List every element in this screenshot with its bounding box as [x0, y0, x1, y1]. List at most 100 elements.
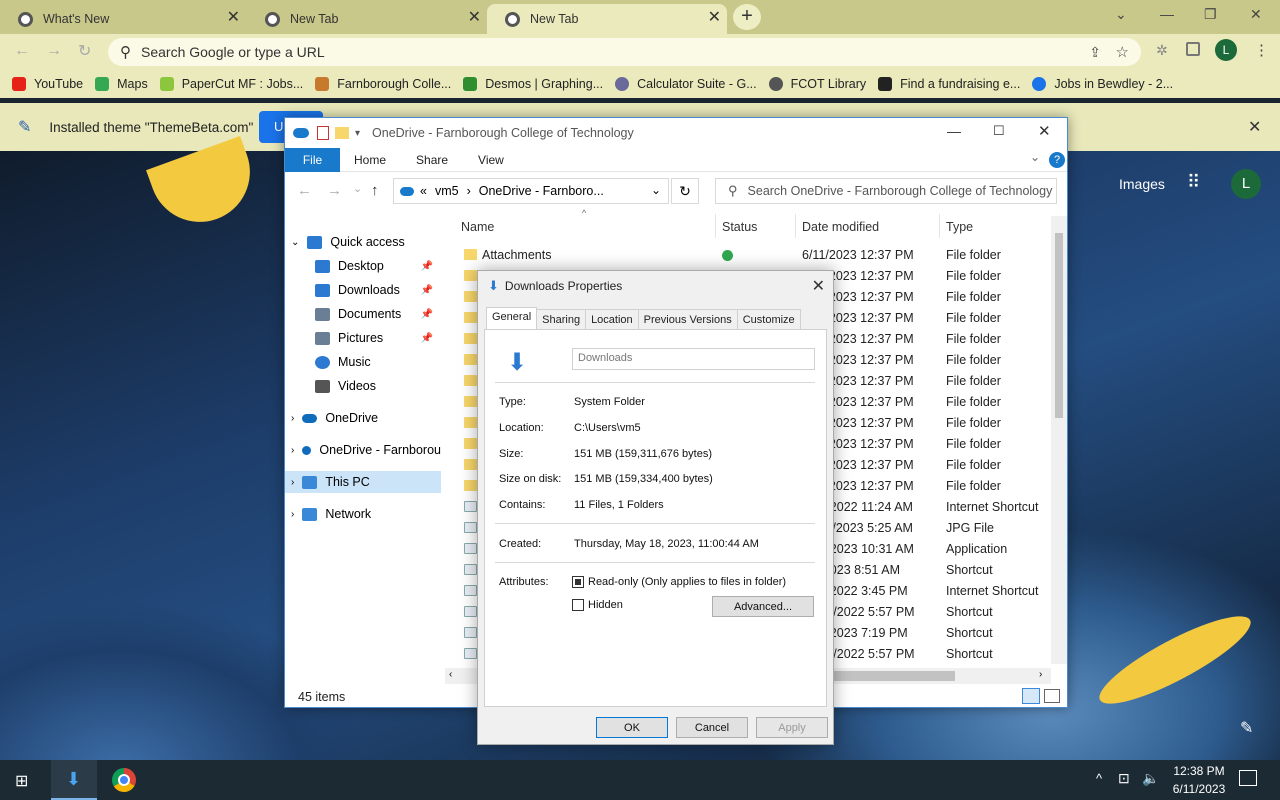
close-window-icon[interactable]: ✕: [1250, 6, 1262, 23]
ok-button[interactable]: OK: [596, 717, 668, 738]
close-tab-icon[interactable]: ✕: [708, 10, 721, 26]
ribbon-expand-icon[interactable]: ⌄: [1030, 150, 1040, 164]
clock-time[interactable]: 12:38 PM: [1170, 764, 1228, 778]
back-icon[interactable]: ←: [14, 42, 30, 60]
nav-this-pc[interactable]: › This PC: [285, 471, 441, 493]
nav-documents[interactable]: Documents 📌: [285, 303, 441, 325]
properties-icon[interactable]: [317, 126, 329, 140]
nav-pictures[interactable]: Pictures 📌: [285, 327, 441, 349]
cancel-button[interactable]: Cancel: [676, 717, 748, 738]
bookmark-fundraising[interactable]: Find a fundraising e...: [878, 77, 1020, 91]
breadcrumb-overflow[interactable]: «: [420, 184, 427, 198]
close-tab-icon[interactable]: ✕: [468, 10, 481, 26]
side-panel-icon[interactable]: [1186, 42, 1200, 56]
bookmark-youtube[interactable]: YouTube: [12, 77, 83, 91]
tab-sharing[interactable]: Sharing: [536, 309, 587, 329]
apps-grid-icon[interactable]: ⠿: [1187, 172, 1200, 193]
breadcrumb-vm5[interactable]: vm5: [435, 184, 459, 198]
folder-name-input[interactable]: Downloads: [572, 348, 815, 370]
nav-downloads[interactable]: Downloads 📌: [285, 279, 441, 301]
nav-onedrive-farnborough[interactable]: › OneDrive - Farnborou: [285, 439, 441, 461]
advanced-button[interactable]: Advanced...: [712, 596, 814, 617]
column-date-modified[interactable]: Date modified: [802, 220, 879, 234]
nav-network[interactable]: › Network: [285, 503, 441, 525]
nav-desktop[interactable]: Desktop 📌: [285, 255, 441, 277]
large-icons-view-icon[interactable]: [1044, 689, 1060, 703]
ribbon-tab-file[interactable]: File: [285, 147, 340, 172]
bookmark-desmos[interactable]: Desmos | Graphing...: [463, 77, 603, 91]
ribbon-tab-share[interactable]: Share: [416, 153, 448, 167]
ribbon-tab-view[interactable]: View: [478, 153, 504, 167]
recent-dropdown-icon[interactable]: ⌄: [353, 182, 362, 195]
tab-previous-versions[interactable]: Previous Versions: [637, 309, 738, 329]
bookmark-calculator[interactable]: Calculator Suite - G...: [615, 77, 757, 91]
readonly-checkbox[interactable]: [572, 576, 584, 588]
tab-whats-new[interactable]: What's New ✕: [0, 4, 246, 34]
close-infobar-icon[interactable]: ✕: [1248, 117, 1261, 137]
images-link[interactable]: Images: [1119, 176, 1165, 192]
menu-icon[interactable]: ⋮: [1254, 41, 1269, 59]
chevron-down-icon[interactable]: ⌄: [1115, 6, 1127, 23]
qat-dropdown-icon[interactable]: ▾: [355, 128, 360, 139]
nav-onedrive[interactable]: › OneDrive: [285, 407, 441, 429]
nav-music[interactable]: Music: [285, 351, 441, 373]
search-input[interactable]: ⚲ Search OneDrive - Farnborough College …: [715, 178, 1057, 204]
column-type[interactable]: Type: [946, 220, 973, 234]
tab-new-tab-active[interactable]: New Tab ✕: [487, 4, 727, 34]
new-tab-button[interactable]: +: [733, 4, 761, 30]
refresh-icon[interactable]: ↻: [671, 178, 699, 204]
back-icon[interactable]: ←: [297, 182, 312, 199]
new-folder-icon[interactable]: [335, 127, 349, 139]
extensions-icon[interactable]: ✲: [1156, 42, 1168, 59]
tab-customize[interactable]: Customize: [736, 309, 801, 329]
profile-avatar[interactable]: L: [1215, 39, 1237, 61]
up-icon[interactable]: ↑: [371, 182, 379, 199]
help-icon[interactable]: ?: [1049, 152, 1065, 168]
maximize-icon[interactable]: ☐: [993, 123, 1005, 139]
address-dropdown-icon[interactable]: ⌄: [651, 183, 661, 197]
restore-icon[interactable]: ❐: [1204, 6, 1217, 23]
nav-videos[interactable]: Videos: [285, 375, 441, 397]
newtab-avatar[interactable]: L: [1231, 169, 1261, 199]
hidden-checkbox[interactable]: [572, 599, 584, 611]
tab-location[interactable]: Location: [585, 309, 639, 329]
vertical-scroll-thumb[interactable]: [1055, 233, 1063, 418]
apply-button[interactable]: Apply: [756, 717, 828, 738]
show-hidden-icons-chevron[interactable]: ^: [1096, 771, 1102, 786]
bookmark-maps[interactable]: Maps: [95, 77, 148, 91]
forward-icon[interactable]: →: [327, 182, 342, 199]
chrome-icon[interactable]: [112, 768, 136, 792]
minimize-icon[interactable]: —: [1160, 6, 1174, 22]
ribbon-tab-home[interactable]: Home: [354, 153, 386, 167]
taskbar-explorer-button[interactable]: ⬇: [51, 760, 97, 800]
column-status[interactable]: Status: [722, 220, 757, 234]
network-icon[interactable]: ⊡: [1118, 770, 1130, 787]
address-bar[interactable]: « vm5 › OneDrive - Farnboro... ⌄: [393, 178, 669, 204]
bookmark-fcot-library[interactable]: FCOT Library: [768, 77, 866, 91]
windows-start-icon[interactable]: ⊞: [15, 771, 28, 791]
clock-date[interactable]: 6/11/2023: [1166, 782, 1232, 796]
tab-general[interactable]: General: [486, 307, 538, 329]
notifications-icon[interactable]: [1239, 770, 1257, 786]
omnibox[interactable]: ⚲ Search Google or type a URL ⇪ ☆: [108, 38, 1141, 66]
column-name[interactable]: Name: [461, 220, 494, 234]
bookmark-papercut[interactable]: PaperCut MF : Jobs...: [159, 77, 303, 91]
breadcrumb-onedrive[interactable]: OneDrive - Farnboro...: [479, 184, 604, 198]
close-window-icon[interactable]: ✕: [1038, 122, 1051, 140]
bookmark-jobs-bewdley[interactable]: Jobs in Bewdley - 2...: [1032, 77, 1173, 91]
close-icon[interactable]: ✕: [812, 276, 825, 296]
nav-quick-access[interactable]: ⌄ Quick access: [285, 231, 441, 253]
customize-pencil-icon[interactable]: ✎: [1240, 718, 1253, 738]
tab-new-tab-1[interactable]: New Tab ✕: [247, 4, 487, 34]
star-icon[interactable]: ☆: [1116, 43, 1129, 61]
reload-icon[interactable]: ↻: [78, 41, 91, 61]
details-view-icon[interactable]: [1022, 688, 1040, 704]
forward-icon[interactable]: →: [46, 42, 62, 60]
bookmark-farnborough[interactable]: Farnborough Colle...: [315, 77, 451, 91]
minimize-icon[interactable]: —: [947, 123, 961, 139]
scroll-left-icon[interactable]: ‹: [449, 669, 452, 680]
volume-muted-icon[interactable]: 🔈: [1142, 770, 1159, 787]
table-row[interactable]: Attachments 6/11/2023 12:37 PM File folder: [460, 245, 1055, 266]
scroll-right-icon[interactable]: ›: [1039, 669, 1042, 680]
close-tab-icon[interactable]: ✕: [227, 10, 240, 26]
